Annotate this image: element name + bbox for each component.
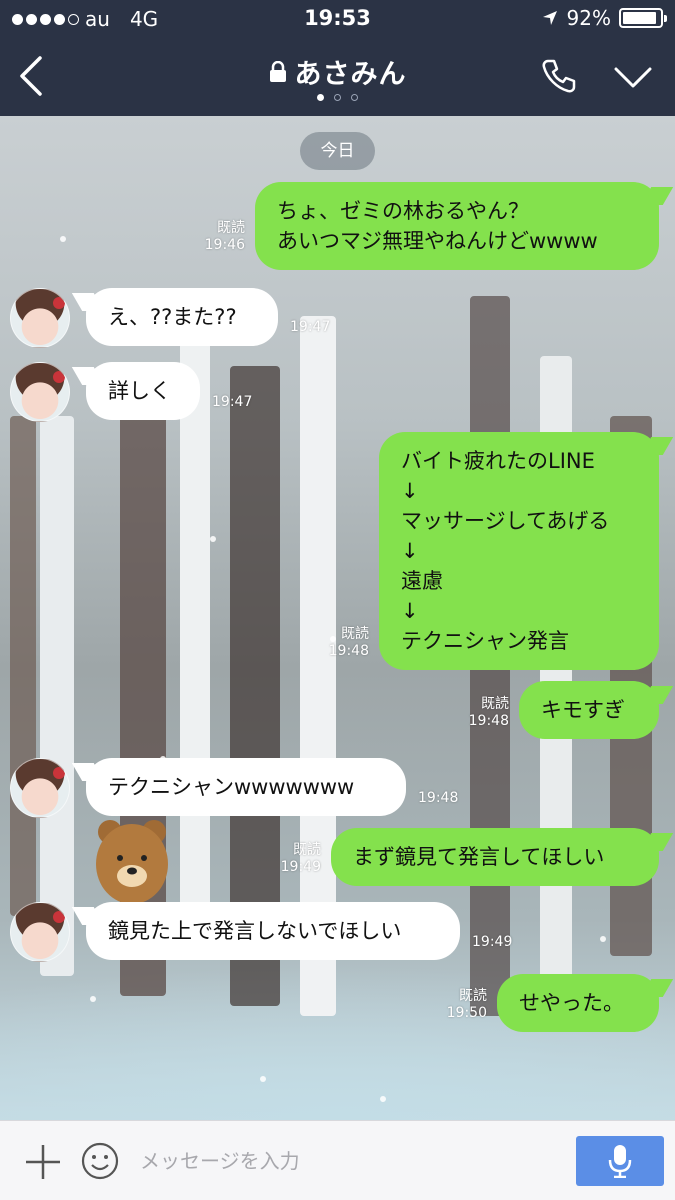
status-right: 92% (541, 6, 667, 30)
message-bubble-incoming[interactable]: え、??また?? (86, 288, 278, 346)
message-bubble-outgoing[interactable]: キモすぎ (519, 681, 659, 739)
message-input-bar (0, 1120, 675, 1200)
chat-header: あさみん (0, 38, 675, 116)
message-time: 19:46 (204, 237, 245, 253)
page-dot (334, 94, 341, 101)
plus-icon[interactable] (24, 1143, 62, 1181)
avatar[interactable] (10, 288, 70, 348)
message-meta: 既読 19:49 (281, 842, 321, 876)
message-bubble-incoming[interactable]: 詳しく (86, 362, 200, 420)
avatar[interactable] (10, 902, 70, 962)
message-time: 19:50 (446, 1005, 487, 1021)
message-bubble-outgoing[interactable]: せやった。 (497, 974, 659, 1032)
message-time: 19:49 (280, 859, 321, 875)
message-bubble-incoming[interactable]: テクニシャンwwwwwww (86, 758, 406, 816)
message-meta: 既読 19:48 (329, 626, 369, 660)
read-receipt: 既読 (481, 696, 509, 712)
page-dot (351, 94, 358, 101)
message-bubble-outgoing[interactable]: まず鏡見て発言してほしい (331, 828, 659, 886)
message-time: 19:47 (290, 319, 331, 335)
message-time: 19:48 (328, 643, 369, 659)
page-dot (317, 94, 324, 101)
chat-area[interactable]: 今日 既読 19:46 ちょ、ゼミの林おるやん？ あいつマジ無理やねんけどwww… (0, 116, 675, 1120)
chevron-down-icon[interactable] (613, 60, 653, 94)
battery-fill (623, 12, 657, 24)
battery-percent: 92% (566, 6, 611, 30)
location-arrow-icon (542, 11, 557, 25)
read-receipt: 既読 (293, 842, 321, 858)
read-receipt: 既読 (341, 626, 369, 642)
message-time: 19:49 (472, 934, 513, 950)
message-meta: 既読 19:46 (205, 220, 245, 254)
message-bubble-incoming[interactable]: 鏡見た上で発言しないでほしい (86, 902, 460, 960)
message-meta: 既読 19:50 (447, 988, 487, 1022)
date-separator: 今日 (300, 132, 375, 170)
message-bubble-outgoing[interactable]: バイト疲れたのLINE ↓ マッサージしてあげる ↓ 遠慮 ↓ テクニシャン発言 (379, 432, 659, 670)
battery-icon (619, 8, 667, 28)
chat-title: あさみん (294, 59, 407, 90)
message-meta: 既読 19:48 (469, 696, 509, 730)
read-receipt: 既読 (459, 988, 487, 1004)
message-time: 19:48 (468, 713, 509, 729)
message-input[interactable] (140, 1139, 560, 1183)
message-bubble-outgoing[interactable]: ちょ、ゼミの林おるやん？ あいつマジ無理やねんけどwwww (255, 182, 659, 270)
smiley-icon[interactable] (80, 1141, 120, 1181)
avatar[interactable] (10, 362, 70, 422)
status-bar: au 4G 19:53 92% (0, 0, 675, 38)
avatar[interactable] (10, 758, 70, 818)
bear-sticker-illustration (96, 820, 168, 904)
voice-message-button[interactable] (576, 1136, 664, 1186)
read-receipt: 既読 (217, 220, 245, 236)
lock-icon (269, 60, 286, 82)
phone-icon[interactable] (539, 56, 579, 96)
message-time: 19:47 (212, 394, 253, 410)
message-time: 19:48 (418, 790, 459, 806)
microphone-icon (608, 1145, 632, 1178)
